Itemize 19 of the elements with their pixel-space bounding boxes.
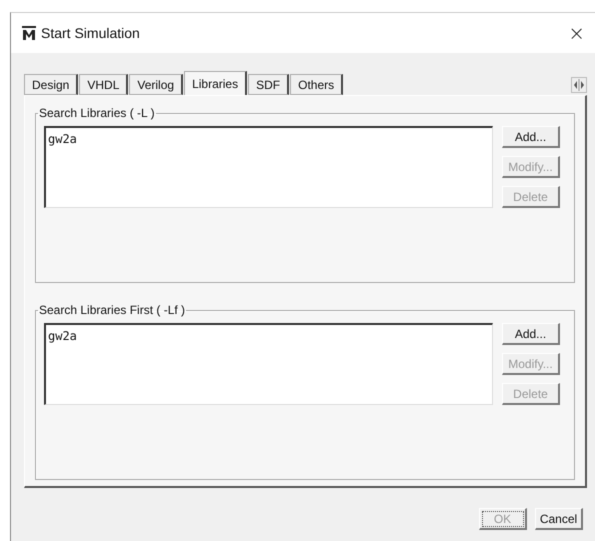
- group-button[interactable]: Add...: [502, 126, 560, 148]
- window-title: Start Simulation: [41, 25, 141, 41]
- group-title: Search Libraries ( -L ): [38, 106, 156, 120]
- group-title: Search Libraries First ( -Lf ): [38, 303, 186, 317]
- list-item[interactable]: gw2a: [48, 132, 490, 146]
- app-logo-icon: [21, 25, 37, 41]
- tab[interactable]: Others: [290, 74, 344, 95]
- group-button[interactable]: Add...: [502, 323, 560, 345]
- tab[interactable]: Design: [24, 74, 78, 95]
- library-list[interactable]: gw2a: [44, 323, 493, 405]
- tab[interactable]: Verilog: [129, 74, 184, 95]
- tab-scroll-arrows-icon[interactable]: [571, 77, 587, 93]
- library-list[interactable]: gw2a: [44, 126, 493, 208]
- tab[interactable]: VHDL: [79, 74, 128, 95]
- tab[interactable]: SDF: [248, 74, 290, 95]
- list-item[interactable]: gw2a: [48, 329, 490, 343]
- dialog-button[interactable]: Cancel: [535, 508, 583, 530]
- close-button[interactable]: ×: [568, 21, 585, 45]
- tab[interactable]: Libraries: [184, 71, 248, 95]
